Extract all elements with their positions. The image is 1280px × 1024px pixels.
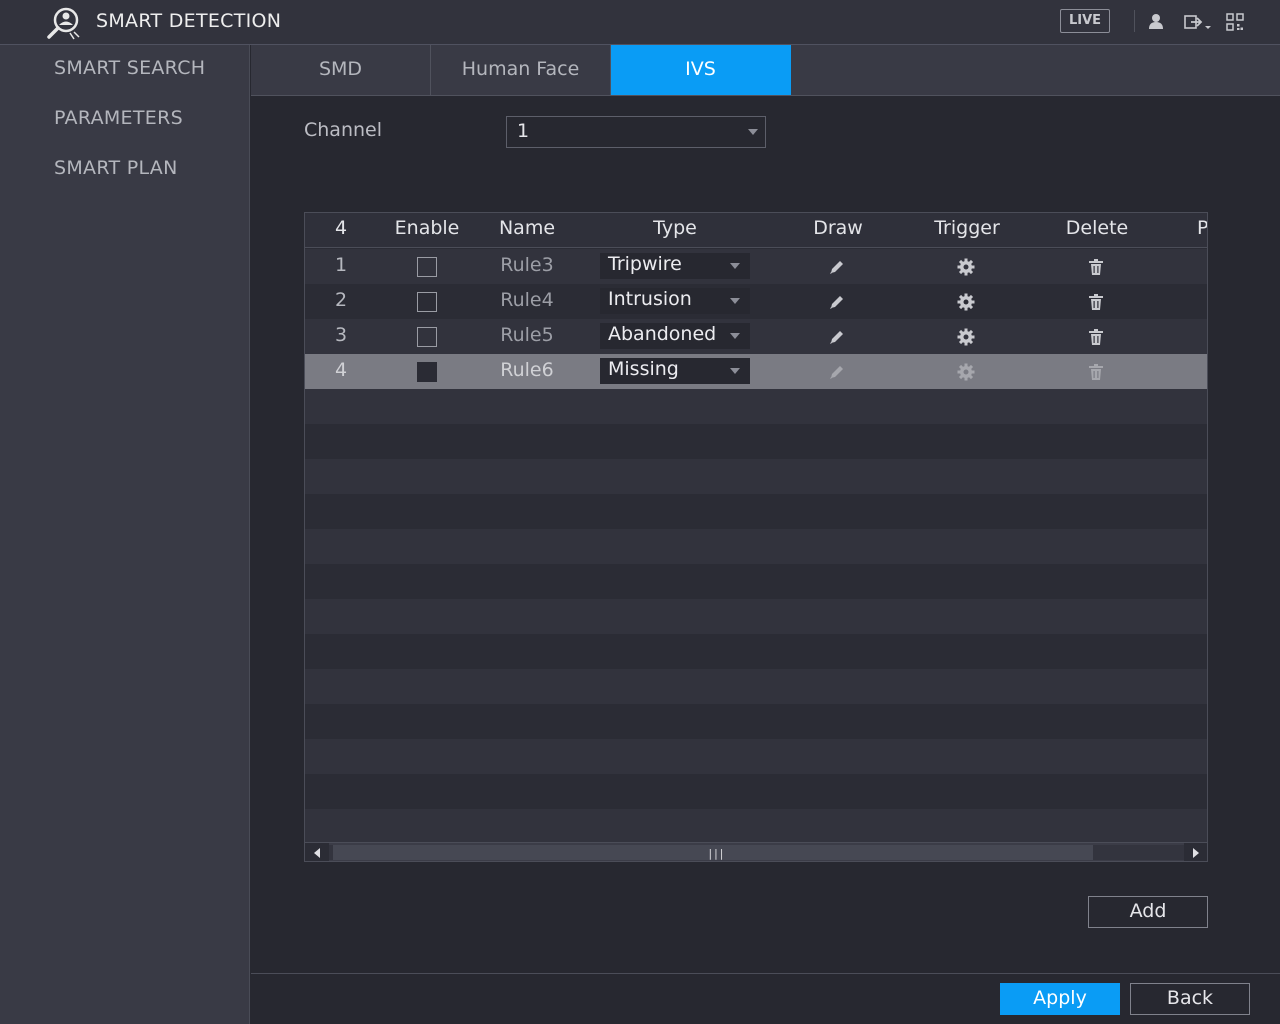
gear-icon[interactable]: [956, 292, 976, 312]
tab-ivs[interactable]: IVS: [611, 45, 791, 95]
header-partial: P: [1197, 217, 1208, 239]
trash-icon[interactable]: [1086, 292, 1106, 312]
top-header: SMART DETECTION LIVE: [0, 0, 1280, 45]
chevron-down-icon: [730, 263, 740, 269]
rule-type-value: Tripwire: [608, 253, 682, 275]
header-count: 4: [334, 217, 348, 239]
gear-icon[interactable]: [956, 362, 976, 382]
footer-bar: [251, 973, 1280, 1024]
table-row[interactable]: 1 Rule3 Tripwire: [305, 249, 1207, 284]
empty-table-row: [305, 704, 1207, 739]
header-type: Type: [653, 217, 697, 239]
row-number: 4: [334, 359, 348, 381]
rule-name: Rule4: [500, 289, 554, 311]
enable-checkbox[interactable]: [417, 362, 437, 382]
horizontal-scrollbar[interactable]: |||: [305, 842, 1207, 861]
table-row[interactable]: 4 Rule6 Missing: [305, 354, 1207, 389]
empty-table-row: [305, 599, 1207, 634]
back-button[interactable]: Back: [1130, 983, 1250, 1015]
empty-table-row: [305, 424, 1207, 459]
rule-type-select[interactable]: Tripwire: [600, 253, 750, 279]
rule-type-value: Abandoned: [608, 323, 717, 345]
header-draw: Draw: [813, 217, 863, 239]
smart-detection-logo-icon: [47, 7, 80, 40]
enable-checkbox[interactable]: [417, 327, 437, 347]
rule-name: Rule3: [500, 254, 554, 276]
chevron-down-icon: [730, 368, 740, 374]
row-number: 2: [334, 289, 348, 311]
header-name: Name: [498, 217, 556, 239]
row-number: 3: [334, 324, 348, 346]
empty-table-row: [305, 564, 1207, 599]
sidebar-item-smart-plan[interactable]: SMART PLAN: [54, 157, 178, 179]
empty-table-row: [305, 494, 1207, 529]
table-row[interactable]: 3 Rule5 Abandoned: [305, 319, 1207, 354]
grip-icon: |||: [707, 847, 725, 860]
scroll-left-button[interactable]: [305, 843, 329, 861]
tab-smd[interactable]: SMD: [251, 45, 431, 95]
table-header: 4 Enable Name Type Draw Trigger Delete P: [305, 213, 1208, 248]
pencil-icon[interactable]: [827, 257, 847, 277]
app-title: SMART DETECTION: [96, 10, 282, 32]
qr-code-icon[interactable]: [1225, 12, 1245, 32]
arrow-right-icon: [1193, 848, 1199, 858]
tab-bar: SMD Human Face IVS: [251, 45, 1280, 96]
channel-label: Channel: [304, 119, 383, 141]
sidebar: SMART SEARCH PARAMETERS SMART PLAN: [0, 45, 250, 1024]
empty-table-row: [305, 389, 1207, 424]
channel-select[interactable]: 1: [506, 116, 766, 148]
header-divider: [1134, 10, 1135, 32]
empty-table-row: [305, 634, 1207, 669]
empty-table-row: [305, 739, 1207, 774]
logout-icon[interactable]: [1182, 12, 1214, 32]
pencil-icon[interactable]: [827, 362, 847, 382]
gear-icon[interactable]: [956, 257, 976, 277]
table-row[interactable]: 2 Rule4 Intrusion: [305, 284, 1207, 319]
rule-type-select[interactable]: Missing: [600, 358, 750, 384]
rule-name: Rule5: [500, 324, 554, 346]
add-button[interactable]: Add: [1088, 896, 1208, 928]
gear-icon[interactable]: [956, 327, 976, 347]
tab-human-face[interactable]: Human Face: [431, 45, 611, 95]
rule-type-select[interactable]: Abandoned: [600, 323, 750, 349]
header-delete: Delete: [1065, 217, 1129, 239]
user-icon[interactable]: [1146, 12, 1166, 32]
header-enable: Enable: [394, 217, 460, 239]
empty-table-row: [305, 459, 1207, 494]
trash-icon[interactable]: [1086, 327, 1106, 347]
enable-checkbox[interactable]: [417, 292, 437, 312]
rule-type-value: Intrusion: [608, 288, 692, 310]
sidebar-item-parameters[interactable]: PARAMETERS: [54, 107, 183, 129]
enable-checkbox[interactable]: [417, 257, 437, 277]
scroll-right-button[interactable]: [1184, 843, 1207, 861]
chevron-down-icon: [730, 333, 740, 339]
ivs-rules-table: 4 Enable Name Type Draw Trigger Delete P…: [304, 212, 1208, 862]
sidebar-item-smart-search[interactable]: SMART SEARCH: [54, 57, 205, 79]
rule-name: Rule6: [500, 359, 554, 381]
empty-table-row: [305, 669, 1207, 704]
scroll-thumb[interactable]: |||: [333, 845, 1093, 860]
trash-icon[interactable]: [1086, 257, 1106, 277]
empty-table-row: [305, 809, 1207, 844]
pencil-icon[interactable]: [827, 292, 847, 312]
pencil-icon[interactable]: [827, 327, 847, 347]
apply-button[interactable]: Apply: [1000, 983, 1120, 1015]
trash-icon[interactable]: [1086, 362, 1106, 382]
chevron-down-icon: [730, 298, 740, 304]
arrow-left-icon: [314, 848, 320, 858]
channel-value: 1: [517, 120, 530, 142]
row-number: 1: [334, 254, 348, 276]
live-button[interactable]: LIVE: [1060, 9, 1110, 33]
header-trigger: Trigger: [934, 217, 1000, 239]
rule-type-value: Missing: [608, 358, 679, 380]
empty-table-row: [305, 529, 1207, 564]
chevron-down-icon: [748, 129, 758, 135]
empty-table-row: [305, 774, 1207, 809]
rule-type-select[interactable]: Intrusion: [600, 288, 750, 314]
